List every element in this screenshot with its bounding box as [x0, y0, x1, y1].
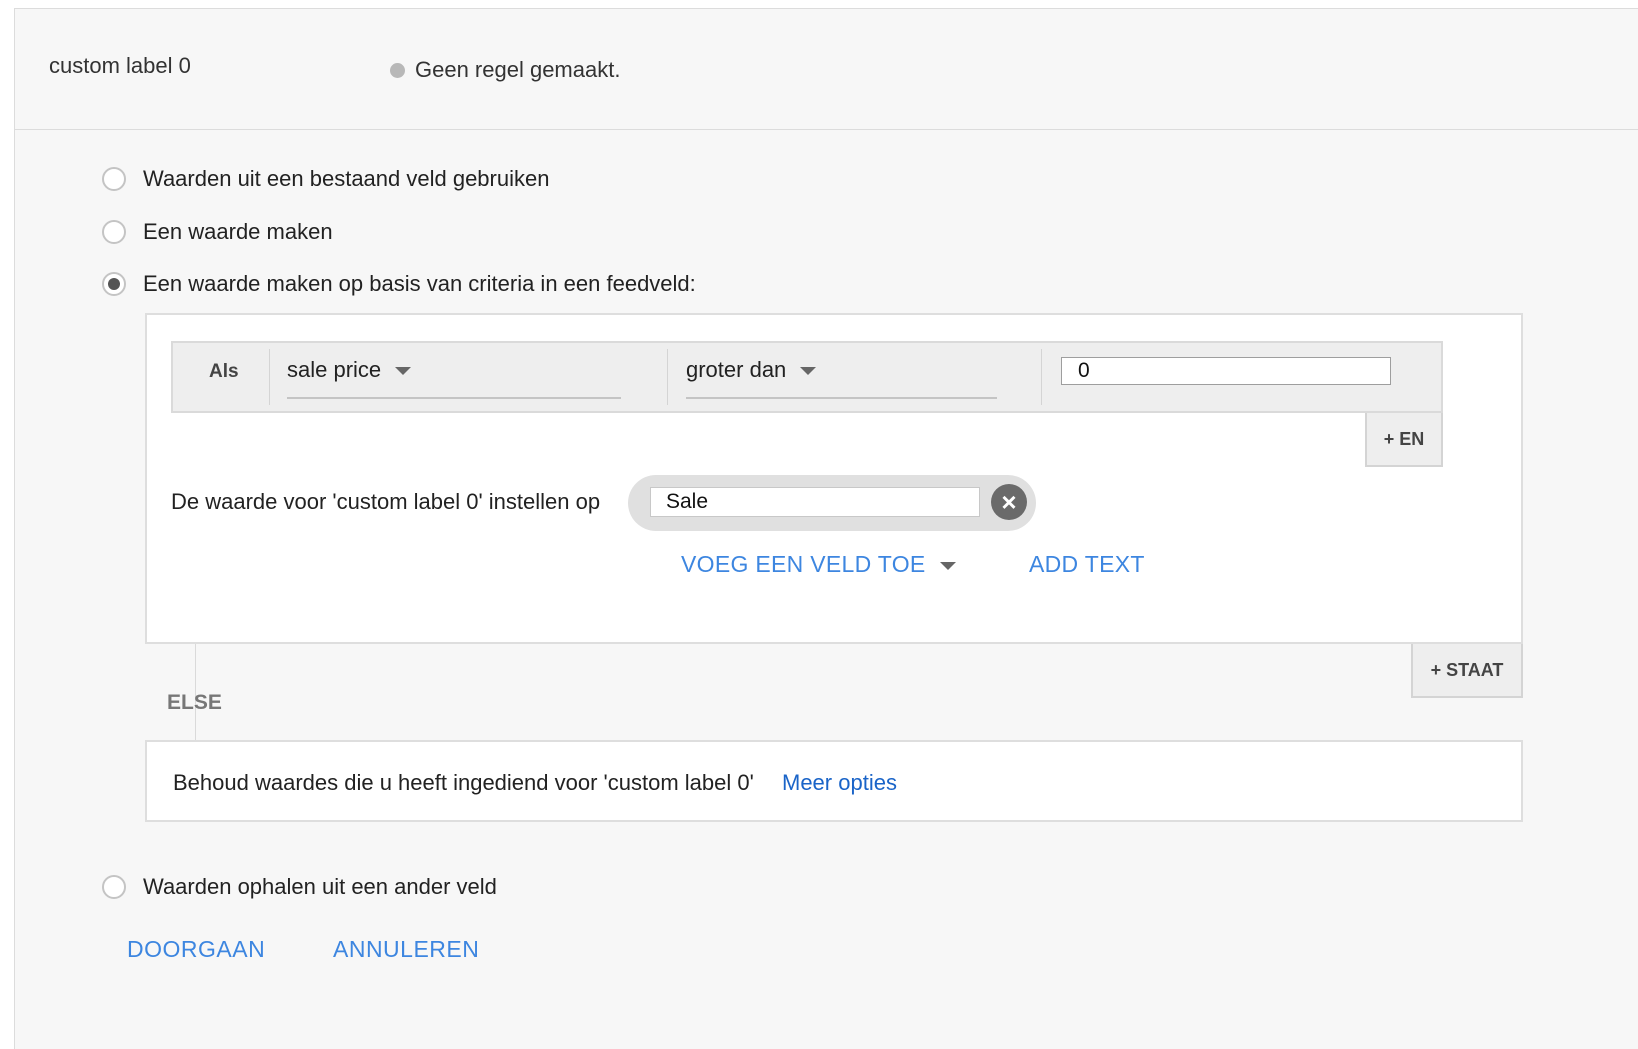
- condition-value-input[interactable]: [1061, 357, 1391, 385]
- column-divider: [1041, 349, 1042, 405]
- condition-row: Als sale price groter dan: [171, 341, 1443, 413]
- else-text: Behoud waardes die u heeft ingediend voo…: [173, 770, 754, 795]
- column-divider: [269, 349, 270, 405]
- option-other-field[interactable]: Waarden ophalen uit een ander veld: [102, 874, 497, 900]
- condition-operator-dropdown[interactable]: groter dan: [686, 357, 817, 383]
- header-divider: [15, 129, 1638, 130]
- add-condition-button[interactable]: + STAAT: [1411, 644, 1523, 698]
- rule-editor-panel: custom label 0 Geen regel gemaakt. Waard…: [14, 8, 1638, 1049]
- else-label: ELSE: [167, 691, 222, 714]
- dropdown-underline: [287, 397, 621, 399]
- add-text-button[interactable]: ADD TEXT: [1029, 551, 1145, 578]
- else-box: Behoud waardes die u heeft ingediend voo…: [145, 740, 1523, 822]
- radio-button-selected[interactable]: [102, 272, 126, 296]
- condition-prefix: Als: [209, 361, 239, 382]
- rule-status: Geen regel gemaakt.: [390, 57, 620, 83]
- option-create-value[interactable]: Een waarde maken: [102, 219, 333, 245]
- option-create-value-criteria[interactable]: Een waarde maken op basis van criteria i…: [102, 271, 696, 297]
- option-label: Een waarde maken: [143, 219, 333, 244]
- field-name-label: custom label 0: [49, 53, 191, 78]
- close-icon[interactable]: ×: [991, 484, 1027, 520]
- add-field-label: VOEG EEN VELD TOE: [681, 551, 926, 577]
- radio-button[interactable]: [102, 167, 126, 191]
- option-existing-field[interactable]: Waarden uit een bestaand veld gebruiken: [102, 166, 549, 192]
- continue-button[interactable]: DOORGAAN: [127, 936, 265, 963]
- condition-field-dropdown[interactable]: sale price: [287, 357, 412, 383]
- chevron-down-icon: [395, 367, 412, 375]
- set-value-label: De waarde voor 'custom label 0' instelle…: [171, 489, 601, 514]
- set-value-input[interactable]: [650, 487, 980, 517]
- more-options-link[interactable]: Meer opties: [782, 770, 897, 796]
- condition-operator-value: groter dan: [686, 357, 787, 382]
- radio-button[interactable]: [102, 220, 126, 244]
- status-dot-icon: [390, 62, 405, 78]
- option-label: Een waarde maken op basis van criteria i…: [143, 271, 696, 296]
- column-divider: [667, 349, 668, 405]
- value-chip: ×: [628, 475, 1036, 531]
- radio-button[interactable]: [102, 875, 126, 899]
- cancel-button[interactable]: ANNULEREN: [333, 936, 479, 963]
- add-and-condition-button[interactable]: + EN: [1365, 413, 1443, 467]
- option-label: Waarden ophalen uit een ander veld: [143, 874, 497, 899]
- option-label: Waarden uit een bestaand veld gebruiken: [143, 166, 550, 191]
- condition-field-value: sale price: [287, 357, 382, 382]
- rule-status-text: Geen regel gemaakt.: [415, 57, 621, 82]
- chevron-down-icon: [939, 561, 956, 570]
- chevron-down-icon: [800, 367, 817, 375]
- dropdown-underline: [686, 397, 997, 399]
- add-field-button[interactable]: VOEG EEN VELD TOE: [681, 551, 956, 578]
